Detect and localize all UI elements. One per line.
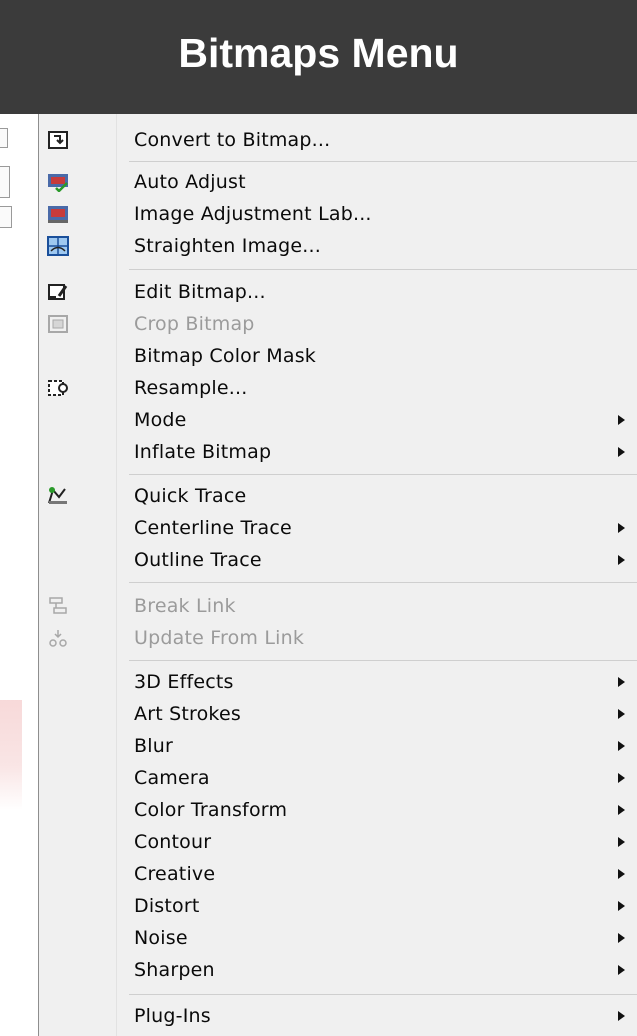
- submenu-arrow-icon: [618, 837, 625, 847]
- menu-item-crop-bitmap: Crop Bitmap: [39, 308, 637, 340]
- auto-adjust-icon: [47, 172, 69, 193]
- menu-item-label: Convert to Bitmap...: [134, 129, 331, 151]
- submenu-arrow-icon: [618, 447, 625, 457]
- menu-item-label: Image Adjustment Lab...: [134, 203, 372, 225]
- background-app-strip: [0, 114, 38, 1036]
- menu-item-label: Camera: [134, 767, 210, 789]
- resample-icon: [47, 378, 69, 398]
- submenu-arrow-icon: [618, 933, 625, 943]
- menu-item-label: Break Link: [134, 595, 236, 617]
- menu-item-label: 3D Effects: [134, 671, 234, 693]
- menu-item-label: Mode: [134, 409, 187, 431]
- image-adjustment-lab-icon: [47, 204, 69, 224]
- menu-item-label: Creative: [134, 863, 216, 885]
- convert-bitmap-icon: [47, 130, 69, 150]
- menu-item-creative[interactable]: Creative: [39, 858, 637, 890]
- menu-item-label: Quick Trace: [134, 485, 247, 507]
- bitmaps-dropdown-menu: Convert to Bitmap... Auto Adjust Image Adj…: [38, 114, 637, 1036]
- submenu-arrow-icon: [618, 741, 625, 751]
- menu-item-convert-to-bitmap[interactable]: Convert to Bitmap...: [39, 124, 637, 156]
- menu-item-centerline-trace[interactable]: Centerline Trace: [39, 512, 637, 544]
- submenu-arrow-icon: [618, 773, 625, 783]
- quick-trace-icon: [47, 486, 69, 506]
- submenu-arrow-icon: [618, 901, 625, 911]
- menu-item-label: Plug-Ins: [134, 1005, 211, 1027]
- menu-item-label: Update From Link: [134, 627, 305, 649]
- menu-item-label: Auto Adjust: [134, 171, 246, 193]
- menu-item-color-transform[interactable]: Color Transform: [39, 794, 637, 826]
- background-red-fragment: [0, 700, 22, 810]
- edit-bitmap-icon: [47, 282, 69, 302]
- menu-item-label: Blur: [134, 735, 173, 757]
- menu-item-label: Straighten Image...: [134, 235, 321, 257]
- submenu-arrow-icon: [618, 415, 625, 425]
- menu-item-outline-trace[interactable]: Outline Trace: [39, 544, 637, 576]
- menu-item-distort[interactable]: Distort: [39, 890, 637, 922]
- submenu-arrow-icon: [618, 677, 625, 687]
- menu-item-label: Contour: [134, 831, 212, 853]
- straighten-image-icon: [47, 236, 69, 256]
- menu-item-auto-adjust[interactable]: Auto Adjust: [39, 166, 637, 198]
- submenu-arrow-icon: [618, 1011, 625, 1021]
- title-banner: Bitmaps Menu: [0, 0, 637, 114]
- submenu-arrow-icon: [618, 805, 625, 815]
- submenu-arrow-icon: [618, 965, 625, 975]
- submenu-arrow-icon: [618, 555, 625, 565]
- menu-item-label: Art Strokes: [134, 703, 241, 725]
- menu-separator: [129, 474, 637, 475]
- menu-item-label: Centerline Trace: [134, 517, 292, 539]
- menu-item-resample[interactable]: Resample...: [39, 372, 637, 404]
- menu-item-label: Sharpen: [134, 959, 215, 981]
- menu-item-break-link: Break Link: [39, 590, 637, 622]
- menu-item-3d-effects[interactable]: 3D Effects: [39, 666, 637, 698]
- menu-item-label: Outline Trace: [134, 549, 262, 571]
- menu-item-plug-ins[interactable]: Plug-Ins: [39, 1000, 637, 1032]
- menu-item-label: Edit Bitmap...: [134, 281, 266, 303]
- menu-item-bitmap-color-mask[interactable]: Bitmap Color Mask: [39, 340, 637, 372]
- menu-item-inflate-bitmap[interactable]: Inflate Bitmap: [39, 436, 637, 468]
- menu-separator: [129, 582, 637, 583]
- menu-separator: [129, 161, 637, 162]
- menu-item-noise[interactable]: Noise: [39, 922, 637, 954]
- menu-separator: [129, 994, 637, 995]
- menu-item-label: Crop Bitmap: [134, 313, 255, 335]
- menu-item-mode[interactable]: Mode: [39, 404, 637, 436]
- menu-item-sharpen[interactable]: Sharpen: [39, 954, 637, 986]
- submenu-arrow-icon: [618, 869, 625, 879]
- menu-item-quick-trace[interactable]: Quick Trace: [39, 480, 637, 512]
- menu-item-edit-bitmap[interactable]: Edit Bitmap...: [39, 276, 637, 308]
- menu-item-label: Distort: [134, 895, 200, 917]
- banner-title: Bitmaps Menu: [178, 29, 459, 76]
- update-from-link-icon: [47, 628, 69, 648]
- menu-item-image-adjustment-lab[interactable]: Image Adjustment Lab...: [39, 198, 637, 230]
- menu-separator: [129, 269, 637, 270]
- menu-item-blur[interactable]: Blur: [39, 730, 637, 762]
- menu-item-camera[interactable]: Camera: [39, 762, 637, 794]
- menu-item-label: Resample...: [134, 377, 248, 399]
- menu-item-update-from-link: Update From Link: [39, 622, 637, 654]
- menu-separator: [129, 660, 637, 661]
- menu-item-label: Noise: [134, 927, 188, 949]
- menu-item-label: Color Transform: [134, 799, 288, 821]
- menu-item-art-strokes[interactable]: Art Strokes: [39, 698, 637, 730]
- menu-item-straighten-image[interactable]: Straighten Image...: [39, 230, 637, 262]
- menu-item-contour[interactable]: Contour: [39, 826, 637, 858]
- crop-bitmap-icon: [47, 314, 69, 334]
- submenu-arrow-icon: [618, 709, 625, 719]
- menu-item-label: Inflate Bitmap: [134, 441, 272, 463]
- break-link-icon: [47, 596, 69, 616]
- menu-item-label: Bitmap Color Mask: [134, 345, 316, 367]
- submenu-arrow-icon: [618, 523, 625, 533]
